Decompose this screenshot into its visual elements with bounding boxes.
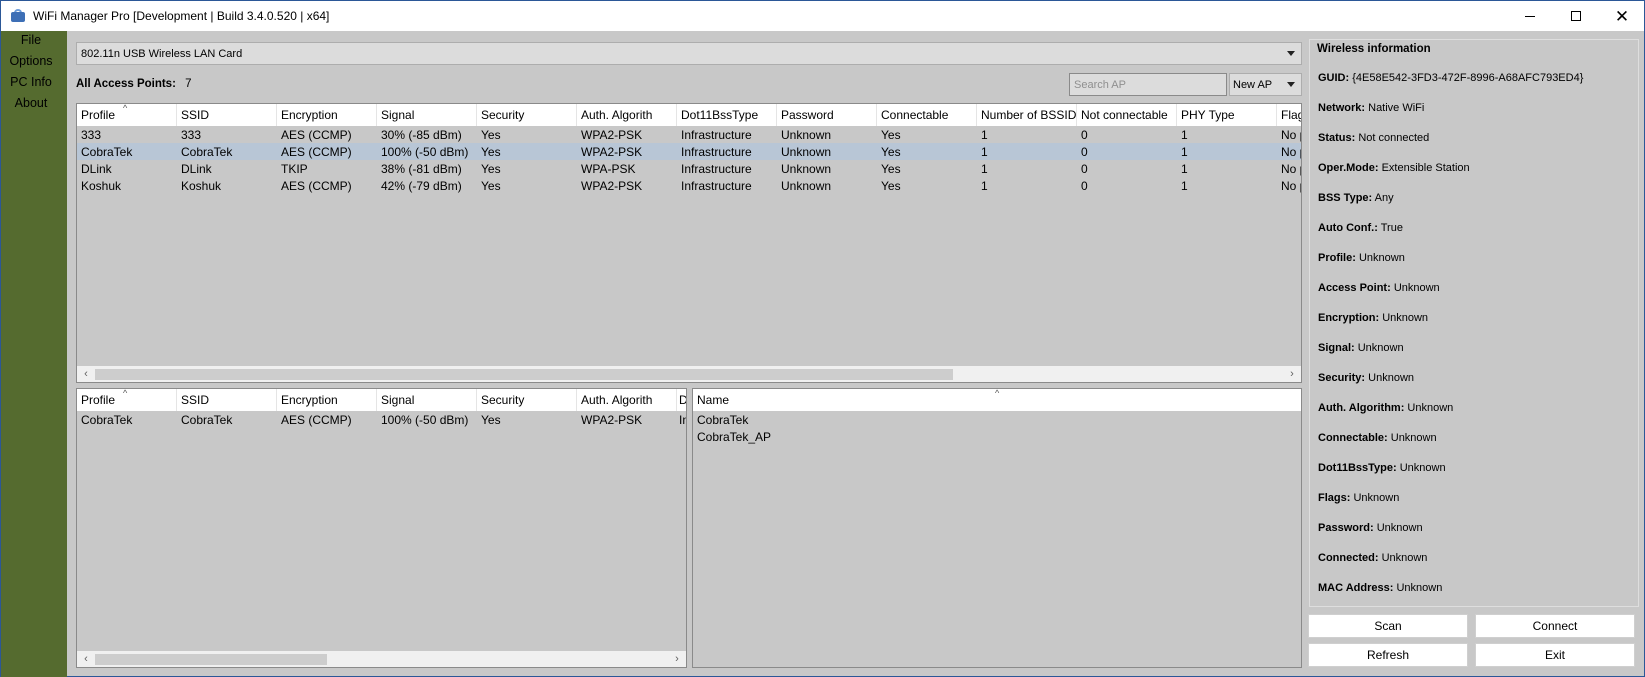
info-row-encryption: Encryption: Unknown [1318, 312, 1429, 324]
access-point-count-label: All Access Points: [76, 78, 176, 90]
search-ap-input[interactable] [1069, 73, 1227, 96]
scroll-right-icon[interactable]: › [671, 653, 683, 666]
adapter-select-value: 802.11n USB Wireless LAN Card [81, 47, 243, 60]
scrollbar-thumb[interactable] [95, 369, 953, 380]
info-row-oper-mode: Oper.Mode: Extensible Station [1318, 162, 1470, 174]
sort-arrow-icon: ^ [995, 389, 1000, 398]
column-header[interactable]: Connectable [877, 104, 977, 126]
access-point-list[interactable]: ^ Profile SSID Encryption Signal Security… [76, 103, 1302, 383]
info-row-signal: Signal: Unknown [1318, 342, 1404, 354]
app-window: WiFi Manager Pro [Development | Build 3.… [0, 0, 1645, 677]
selected-ap-list-body: CobraTek CobraTek AES (CCMP) 100% (-50 d… [77, 411, 686, 428]
profile-names-list-body: CobraTek CobraTek_AP [693, 411, 1301, 445]
window-title: WiFi Manager Pro [Development | Build 3.… [33, 9, 330, 23]
menu-item-pc-info[interactable]: PC Info [1, 75, 61, 89]
wifi-app-icon [10, 8, 26, 24]
access-point-list-body: 333 333 AES (CCMP) 30% (-85 dBm) Yes WPA… [77, 126, 1301, 194]
table-row[interactable]: CobraTek CobraTek AES (CCMP) 100% (-50 d… [77, 411, 686, 428]
new-ap-select[interactable]: New AP [1229, 73, 1302, 96]
column-header[interactable]: ^ Profile [77, 104, 177, 126]
scroll-left-icon[interactable]: ‹ [80, 653, 92, 666]
info-row-connected: Connected: Unknown [1318, 552, 1428, 564]
column-header[interactable]: Not connectable [1077, 104, 1177, 126]
chevron-down-icon [1287, 82, 1295, 87]
column-header[interactable]: Auth. Algorith [577, 389, 677, 411]
column-header[interactable]: Security [477, 104, 577, 126]
profile-names-list[interactable]: ^ Name CobraTek CobraTek_AP [692, 388, 1302, 668]
column-header[interactable]: ^ Profile [77, 389, 177, 411]
wireless-info-panel: Wireless information GUID: {4E58E542-3FD… [1309, 39, 1639, 607]
info-row-bss-type: BSS Type: Any [1318, 192, 1394, 204]
new-ap-select-value: New AP [1233, 78, 1273, 91]
column-header[interactable]: Encryption [277, 104, 377, 126]
table-row[interactable]: Koshuk Koshuk AES (CCMP) 42% (-79 dBm) Y… [77, 177, 1301, 194]
info-row-guid: GUID: {4E58E542-3FD3-472F-8996-A68AFC793… [1318, 72, 1584, 84]
selected-ap-list-hscrollbar[interactable]: ‹ › [77, 651, 686, 667]
maximize-icon [1571, 11, 1581, 21]
menu-item-about[interactable]: About [1, 96, 61, 110]
menu-item-options[interactable]: Options [1, 54, 61, 68]
chevron-down-icon [1287, 51, 1295, 56]
info-row-flags: Flags: Unknown [1318, 492, 1400, 504]
column-header[interactable]: Flags [1277, 104, 1301, 126]
column-header[interactable]: Signal [377, 389, 477, 411]
table-row[interactable]: 333 333 AES (CCMP) 30% (-85 dBm) Yes WPA… [77, 126, 1301, 143]
profile-names-list-header: ^ Name [693, 389, 1301, 411]
column-header[interactable]: Security [477, 389, 577, 411]
exit-button[interactable]: Exit [1475, 643, 1635, 667]
adapter-select[interactable]: 802.11n USB Wireless LAN Card [76, 42, 1302, 65]
info-row-mac-address: MAC Address: Unknown [1318, 582, 1443, 594]
close-icon: ✕ [1614, 6, 1630, 26]
selected-ap-list-header: ^ Profile SSID Encryption Signal Security… [77, 389, 686, 411]
column-header[interactable]: Encryption [277, 389, 377, 411]
sort-arrow-icon: ^ [123, 389, 128, 398]
column-header[interactable]: Password [777, 104, 877, 126]
info-row-dot11bsstype: Dot11BssType: Unknown [1318, 462, 1446, 474]
info-row-network: Network: Native WiFi [1318, 102, 1425, 114]
column-header[interactable]: Signal [377, 104, 477, 126]
info-row-status: Status: Not connected [1318, 132, 1430, 144]
column-header[interactable]: SSID [177, 104, 277, 126]
minimize-button[interactable] [1507, 1, 1553, 31]
access-point-list-hscrollbar[interactable]: ‹ › [77, 366, 1301, 382]
info-row-auth-algorithm: Auth. Algorithm: Unknown [1318, 402, 1454, 414]
info-row-profile: Profile: Unknown [1318, 252, 1405, 264]
column-header[interactable]: D [677, 389, 686, 411]
scan-button[interactable]: Scan [1308, 614, 1468, 638]
scroll-left-icon[interactable]: ‹ [80, 368, 92, 381]
info-row-connectable: Connectable: Unknown [1318, 432, 1437, 444]
column-header[interactable]: PHY Type [1177, 104, 1277, 126]
refresh-button[interactable]: Refresh [1308, 643, 1468, 667]
access-point-count-value: 7 [185, 78, 192, 90]
info-row-access-point: Access Point: Unknown [1318, 282, 1440, 294]
minimize-icon [1525, 15, 1535, 17]
column-header[interactable]: SSID [177, 389, 277, 411]
sidebar-menu: File Options PC Info About [1, 31, 67, 677]
title-bar: WiFi Manager Pro [Development | Build 3.… [1, 1, 1644, 31]
column-header[interactable]: Number of BSSID [977, 104, 1077, 126]
info-row-auto-conf: Auto Conf.: True [1318, 222, 1403, 234]
menu-item-file[interactable]: File [1, 33, 61, 47]
scroll-right-icon[interactable]: › [1286, 368, 1298, 381]
scrollbar-thumb[interactable] [95, 654, 327, 665]
info-row-password: Password: Unknown [1318, 522, 1423, 534]
connect-button[interactable]: Connect [1475, 614, 1635, 638]
column-header[interactable]: Dot11BssType [677, 104, 777, 126]
selected-ap-list[interactable]: ^ Profile SSID Encryption Signal Security… [76, 388, 687, 668]
column-header[interactable]: Auth. Algorith [577, 104, 677, 126]
access-point-count: All Access Points: 7 [76, 78, 192, 90]
info-row-security: Security: Unknown [1318, 372, 1414, 384]
wireless-info-title: Wireless information [1317, 43, 1434, 55]
close-button[interactable]: ✕ [1599, 1, 1645, 31]
table-row[interactable]: DLink DLink TKIP 38% (-81 dBm) Yes WPA-P… [77, 160, 1301, 177]
access-point-list-header: ^ Profile SSID Encryption Signal Security… [77, 104, 1301, 126]
sort-arrow-icon: ^ [123, 104, 128, 113]
list-item[interactable]: CobraTek [693, 411, 1301, 428]
list-item[interactable]: CobraTek_AP [693, 428, 1301, 445]
column-header[interactable]: ^ Name [693, 389, 1301, 411]
table-row-selected[interactable]: CobraTek CobraTek AES (CCMP) 100% (-50 d… [77, 143, 1301, 160]
maximize-button[interactable] [1553, 1, 1599, 31]
